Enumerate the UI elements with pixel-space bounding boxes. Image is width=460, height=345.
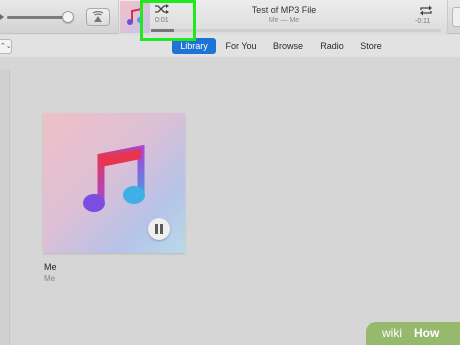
shuffle-highlight-box (140, 0, 196, 41)
tab-store[interactable]: Store (356, 38, 386, 54)
song-artist-album: Me — Me (268, 17, 300, 24)
up-next-button[interactable] (452, 7, 460, 27)
watermark-prefix: wiki (382, 326, 402, 340)
airplay-icon (92, 11, 104, 22)
music-note-icon (83, 145, 145, 212)
album-artwork[interactable] (43, 113, 185, 253)
media-source-selector[interactable]: ⌃⌄ (0, 39, 12, 54)
pause-button[interactable] (148, 218, 170, 240)
watermark-suffix: How (414, 326, 440, 340)
airplay-button[interactable] (86, 8, 110, 26)
pause-icon (155, 224, 158, 234)
volume-knob[interactable] (62, 11, 74, 23)
tab-browse[interactable]: Browse (268, 38, 308, 54)
sidebar-edge (0, 70, 10, 345)
pause-icon (160, 224, 163, 234)
tab-radio[interactable]: Radio (316, 38, 348, 54)
play-icon[interactable] (0, 12, 4, 22)
album-artist[interactable]: Me (44, 274, 55, 283)
album-title[interactable]: Me (44, 262, 57, 272)
player-toolbar: 0:01 Test of MP3 File Me — Me -0:11 (0, 0, 460, 34)
song-title: Test of MP3 File (251, 5, 317, 15)
tab-for-you[interactable]: For You (222, 38, 260, 54)
repeat-icon[interactable] (419, 5, 433, 16)
navigation-bar: ⌃⌄ Library For You Browse Radio Store (0, 35, 460, 57)
wikihow-watermark: wiki How (366, 322, 460, 345)
remaining-time: -0:11 (415, 18, 431, 25)
